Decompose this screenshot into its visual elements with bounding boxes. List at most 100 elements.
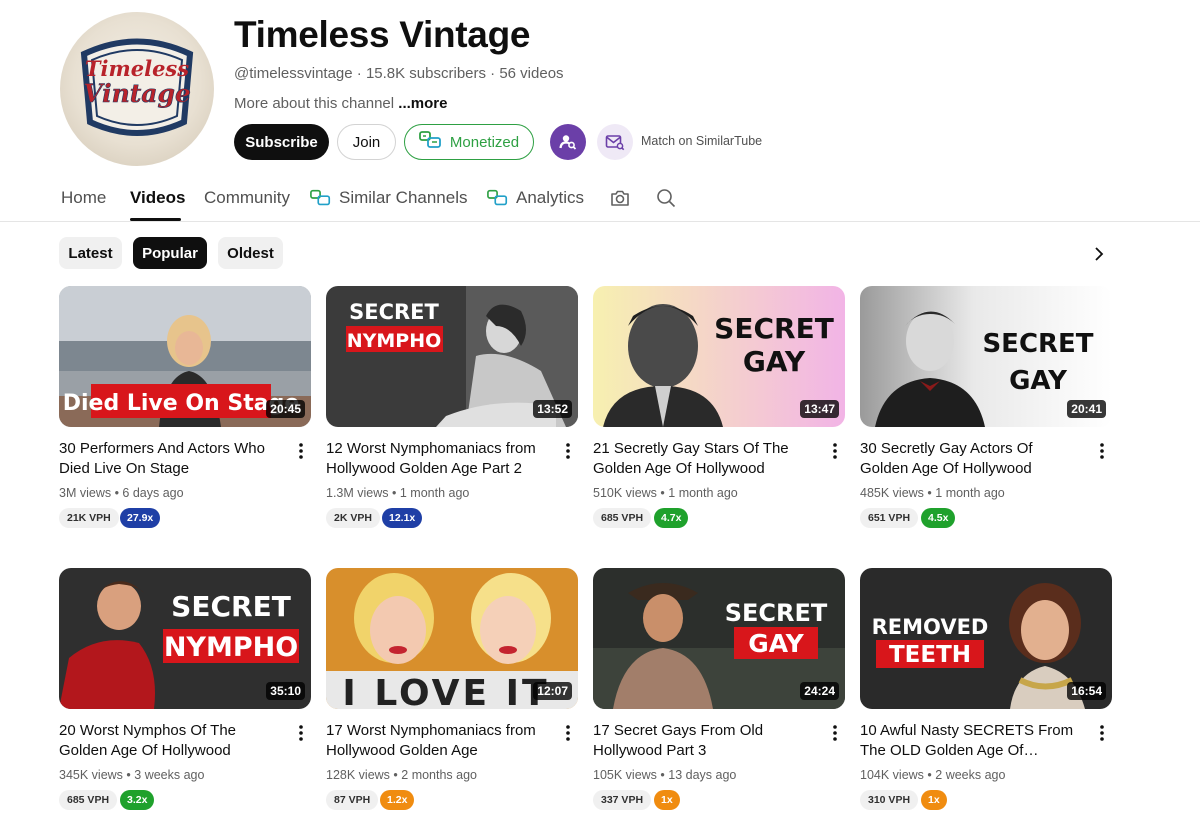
monetized-label: Monetized bbox=[449, 133, 520, 151]
channel-meta: @timelessvintage · 15.8K subscribers · 5… bbox=[234, 65, 564, 82]
channel-about-text: More about this channel bbox=[234, 95, 395, 112]
video-meta: 128K views • 2 months ago bbox=[326, 768, 478, 782]
video-age: 3 weeks ago bbox=[134, 768, 205, 782]
video-card[interactable]: SECRET GAY 13:47 21 Secretly Gay Stars O… bbox=[593, 286, 845, 528]
vph-badge: 21K VPH bbox=[59, 508, 119, 528]
multiplier-badge: 1x bbox=[654, 790, 680, 810]
channel-tabs: Home Videos Community Similar Channels A… bbox=[0, 180, 1200, 222]
more-vert-icon[interactable] bbox=[827, 723, 843, 743]
thumbnail-text: REMOVED bbox=[872, 615, 989, 639]
thumbnail-text: SECRET bbox=[725, 599, 828, 627]
more-vert-icon[interactable] bbox=[560, 723, 576, 743]
video-title[interactable]: 30 Secretly Gay Actors Of Golden Age Of … bbox=[860, 439, 1082, 479]
video-age: 6 days ago bbox=[122, 486, 184, 500]
subscribe-button[interactable]: Subscribe bbox=[234, 124, 329, 160]
similartube-logo-icon bbox=[310, 189, 331, 206]
more-vert-icon[interactable] bbox=[827, 441, 843, 461]
thumbnail-text: GAY bbox=[1009, 366, 1068, 396]
camera-icon[interactable] bbox=[609, 187, 631, 209]
video-thumbnail[interactable]: SECRET GAY 13:47 bbox=[593, 286, 845, 427]
video-card[interactable]: SECRET NYMPHO 35:10 20 Worst Nymphos Of … bbox=[59, 568, 311, 810]
thumbnail-text: GAY bbox=[743, 345, 806, 378]
video-duration: 24:24 bbox=[800, 682, 839, 700]
multiplier-badge: 3.2x bbox=[120, 790, 155, 810]
video-card[interactable]: SECRET GAY 20:41 30 Secretly Gay Actors … bbox=[860, 286, 1112, 528]
join-button[interactable]: Join bbox=[337, 124, 396, 160]
thumbnail-text: GAY bbox=[748, 629, 804, 658]
thumbnail-text: NYMPHO bbox=[347, 330, 442, 352]
video-meta: 510K views • 1 month ago bbox=[593, 486, 738, 500]
more-vert-icon[interactable] bbox=[1094, 723, 1110, 743]
tab-home[interactable]: Home bbox=[61, 188, 106, 208]
video-title[interactable]: 21 Secretly Gay Stars Of The Golden Age … bbox=[593, 439, 815, 479]
find-similar-button[interactable] bbox=[550, 124, 586, 160]
vph-badge: 337 VPH bbox=[593, 790, 652, 810]
thumbnail-text: SECRET bbox=[349, 300, 439, 324]
video-age: 2 months ago bbox=[401, 768, 478, 782]
video-duration: 20:45 bbox=[266, 400, 305, 418]
thumbnail-text: SECRET bbox=[714, 312, 834, 345]
video-thumbnail[interactable]: Died Live On Stage 20:45 bbox=[59, 286, 311, 427]
video-meta: 485K views • 1 month ago bbox=[860, 486, 1005, 500]
video-card[interactable]: I LOVE IT 12:07 17 Worst Nymphomaniacs f… bbox=[326, 568, 578, 810]
video-thumbnail[interactable]: I LOVE IT 12:07 bbox=[326, 568, 578, 709]
match-similartube-label[interactable]: Match on SimilarTube bbox=[641, 134, 762, 148]
video-views: 510K views bbox=[593, 486, 657, 500]
video-thumbnail[interactable]: SECRET NYMPHO 35:10 bbox=[59, 568, 311, 709]
thumbnail-text: NYMPHO bbox=[164, 632, 298, 663]
video-duration: 12:07 bbox=[533, 682, 572, 700]
user-search-icon bbox=[559, 135, 577, 150]
chevron-right-icon[interactable] bbox=[1087, 242, 1111, 266]
video-title[interactable]: 10 Awful Nasty SECRETS From The OLD Gold… bbox=[860, 721, 1082, 761]
video-duration: 13:52 bbox=[533, 400, 572, 418]
video-card[interactable]: SECRET NYMPHO 13:52 12 Worst Nymphomania… bbox=[326, 286, 578, 528]
tab-similar-channels[interactable]: Similar Channels bbox=[310, 188, 468, 208]
more-vert-icon[interactable] bbox=[560, 441, 576, 461]
video-card[interactable]: Died Live On Stage 20:45 30 Performers A… bbox=[59, 286, 311, 528]
tab-similar-channels-label: Similar Channels bbox=[339, 188, 468, 207]
multiplier-badge: 27.9x bbox=[120, 508, 161, 528]
video-thumbnail[interactable]: SECRET GAY 20:41 bbox=[860, 286, 1112, 427]
video-meta: 105K views • 13 days ago bbox=[593, 768, 737, 782]
channel-logo: Timeless Vintage bbox=[80, 38, 194, 136]
tab-videos[interactable]: Videos bbox=[130, 188, 185, 208]
chip-popular[interactable]: Popular bbox=[133, 237, 207, 269]
channel-about-more[interactable]: ...more bbox=[398, 95, 447, 112]
more-vert-icon[interactable] bbox=[293, 723, 309, 743]
video-meta: 104K views • 2 weeks ago bbox=[860, 768, 1006, 782]
similartube-logo-icon bbox=[418, 131, 443, 153]
video-meta: 1.3M views • 1 month ago bbox=[326, 486, 470, 500]
multiplier-badge: 12.1x bbox=[382, 508, 423, 528]
video-title[interactable]: 30 Performers And Actors Who Died Live O… bbox=[59, 439, 281, 479]
video-thumbnail[interactable]: SECRET GAY 24:24 bbox=[593, 568, 845, 709]
video-views: 345K views bbox=[59, 768, 123, 782]
multiplier-badge: 4.5x bbox=[921, 508, 956, 528]
video-views: 1.3M views bbox=[326, 486, 389, 500]
match-mail-button[interactable] bbox=[597, 124, 633, 160]
vph-badge: 2K VPH bbox=[326, 508, 380, 528]
thumbnail-text: SECRET bbox=[982, 329, 1093, 359]
video-views: 485K views bbox=[860, 486, 924, 500]
channel-avatar[interactable]: Timeless Vintage bbox=[60, 12, 214, 166]
tab-analytics[interactable]: Analytics bbox=[487, 188, 584, 208]
video-meta: 345K views • 3 weeks ago bbox=[59, 768, 205, 782]
thumbnail-text: TEETH bbox=[889, 642, 971, 668]
more-vert-icon[interactable] bbox=[1094, 441, 1110, 461]
tab-community[interactable]: Community bbox=[204, 188, 290, 208]
chip-oldest[interactable]: Oldest bbox=[218, 237, 283, 269]
chip-latest[interactable]: Latest bbox=[59, 237, 122, 269]
video-thumbnail[interactable]: SECRET NYMPHO 13:52 bbox=[326, 286, 578, 427]
thumbnail-text: SECRET bbox=[171, 590, 291, 623]
video-thumbnail[interactable]: REMOVED TEETH 16:54 bbox=[860, 568, 1112, 709]
monetized-button[interactable]: Monetized bbox=[404, 124, 534, 160]
video-duration: 35:10 bbox=[266, 682, 305, 700]
channel-about-link[interactable]: More about this channel ...more bbox=[234, 95, 447, 112]
video-title[interactable]: 12 Worst Nymphomaniacs from Hollywood Go… bbox=[326, 439, 548, 479]
search-icon[interactable] bbox=[655, 187, 677, 209]
video-title[interactable]: 20 Worst Nymphos Of The Golden Age Of Ho… bbox=[59, 721, 281, 761]
video-title[interactable]: 17 Secret Gays From Old Hollywood Part 3 bbox=[593, 721, 815, 761]
video-title[interactable]: 17 Worst Nymphomaniacs from Hollywood Go… bbox=[326, 721, 548, 761]
video-card[interactable]: SECRET GAY 24:24 17 Secret Gays From Old… bbox=[593, 568, 845, 810]
more-vert-icon[interactable] bbox=[293, 441, 309, 461]
video-card[interactable]: REMOVED TEETH 16:54 10 Awful Nasty SECRE… bbox=[860, 568, 1112, 810]
